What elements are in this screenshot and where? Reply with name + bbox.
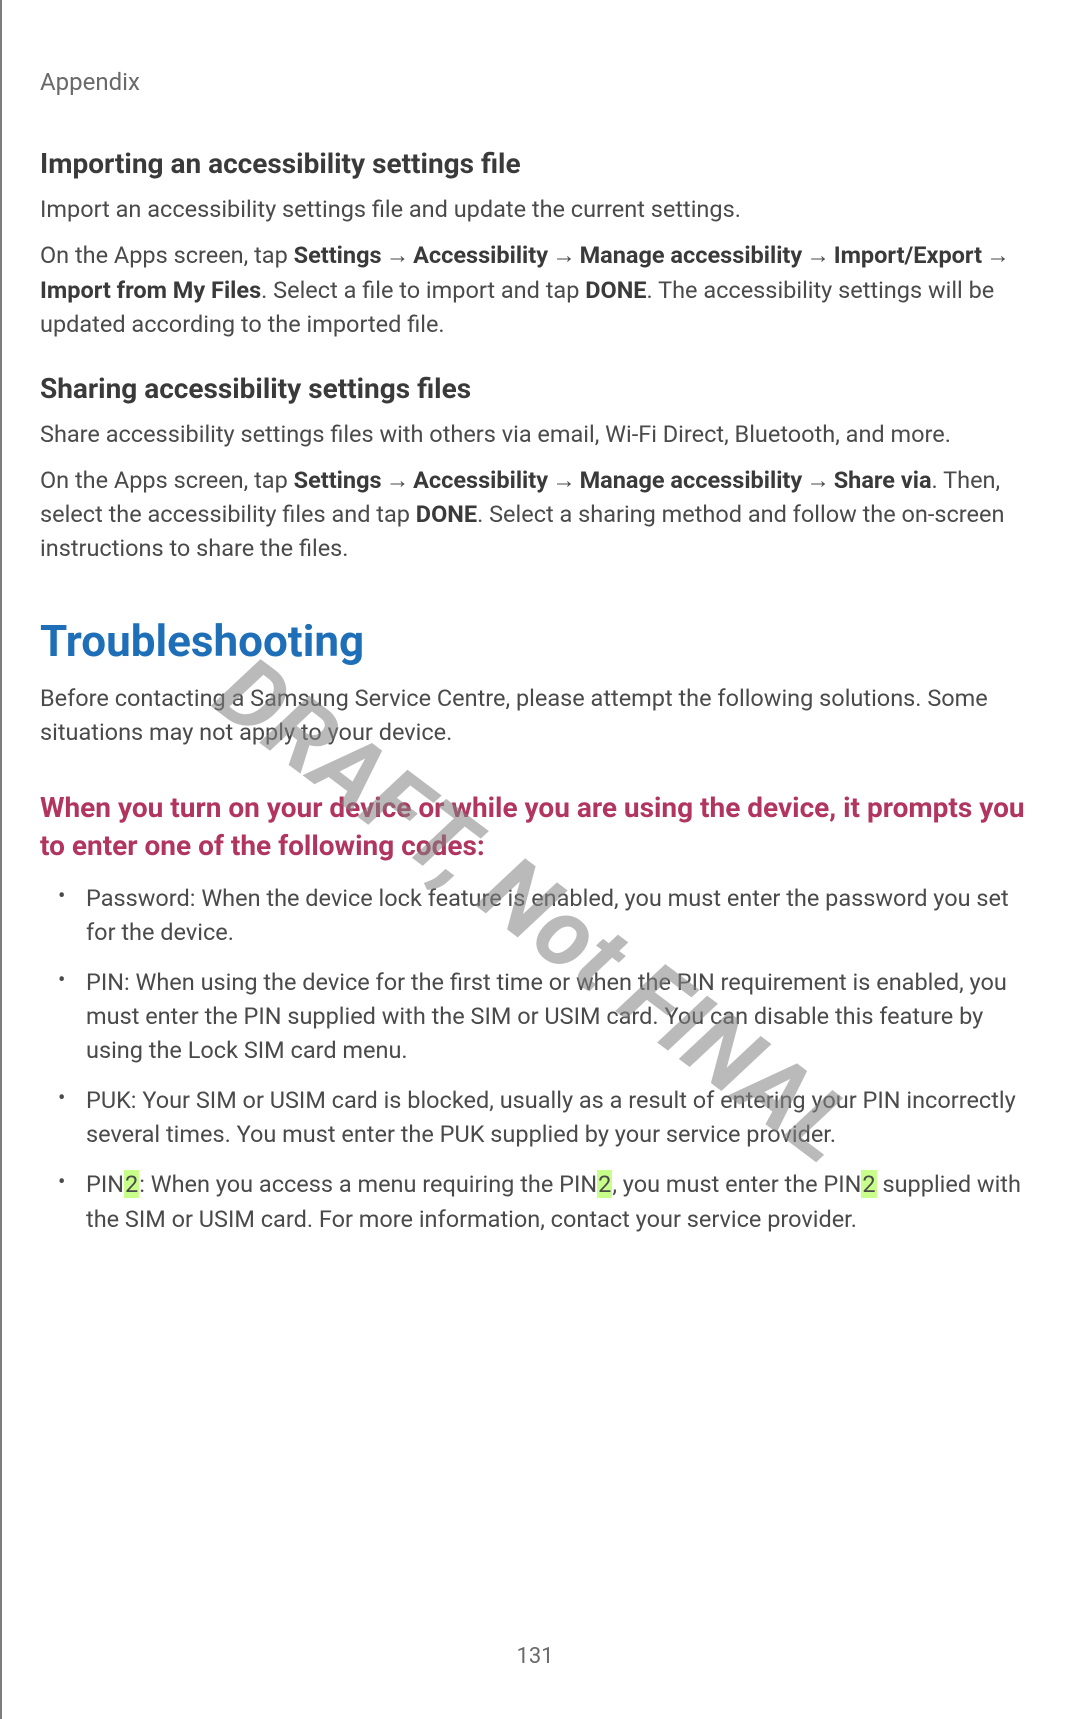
arrow-icon: → xyxy=(548,238,580,272)
subheading-codes: When you turn on your device or while yo… xyxy=(40,789,1030,865)
text: On the Apps screen, tap xyxy=(40,466,294,494)
arrow-icon: → xyxy=(802,463,834,497)
bold-text: DONE xyxy=(416,500,477,528)
list-item: PIN2: When you access a menu requiring t… xyxy=(68,1167,1030,1235)
heading-sharing: Sharing accessibility settings files xyxy=(40,371,1030,407)
page: Appendix Importing an accessibility sett… xyxy=(0,0,1070,1719)
bold-text: Settings xyxy=(294,466,382,494)
heading-importing: Importing an accessibility settings file xyxy=(40,146,1030,182)
arrow-icon: → xyxy=(982,238,1014,272)
bold-text: Manage accessibility xyxy=(580,241,803,269)
arrow-icon: → xyxy=(382,463,414,497)
bold-text: DONE xyxy=(585,276,646,304)
bold-text: Share via xyxy=(834,466,932,494)
arrow-icon: → xyxy=(548,463,580,497)
bold-text: Manage accessibility xyxy=(580,466,803,494)
text: , you must enter the PIN xyxy=(612,1170,861,1198)
text: PIN xyxy=(86,1170,124,1198)
bold-text: Import/Export xyxy=(834,241,982,269)
arrow-icon: → xyxy=(382,238,414,272)
bold-text: Import from My Files xyxy=(40,276,261,304)
bold-text: Accessibility xyxy=(413,466,548,494)
highlight: 2 xyxy=(124,1170,139,1198)
text: . Select a file to import and tap xyxy=(261,276,585,304)
list-item: Password: When the device lock feature i… xyxy=(68,881,1030,949)
highlight: 2 xyxy=(597,1170,612,1198)
paragraph: Before contacting a Samsung Service Cent… xyxy=(40,681,1030,749)
page-number: 131 xyxy=(0,1644,1070,1669)
heading-troubleshooting: Troubleshooting xyxy=(40,615,1030,667)
bold-text: Settings xyxy=(294,241,382,269)
bold-text: Accessibility xyxy=(413,241,548,269)
text: : When you access a menu requiring the P… xyxy=(139,1170,597,1198)
arrow-icon: → xyxy=(802,238,834,272)
header-section: Appendix xyxy=(40,68,1030,96)
paragraph: On the Apps screen, tap Settings → Acces… xyxy=(40,463,1030,565)
paragraph: On the Apps screen, tap Settings → Acces… xyxy=(40,238,1030,340)
list-item: PUK: Your SIM or USIM card is blocked, u… xyxy=(68,1083,1030,1151)
bullet-list: Password: When the device lock feature i… xyxy=(40,881,1030,1236)
highlight: 2 xyxy=(861,1170,876,1198)
left-rule xyxy=(0,0,2,1719)
text: On the Apps screen, tap xyxy=(40,241,294,269)
paragraph: Import an accessibility settings file an… xyxy=(40,192,1030,226)
paragraph: Share accessibility settings files with … xyxy=(40,417,1030,451)
list-item: PIN: When using the device for the first… xyxy=(68,965,1030,1067)
